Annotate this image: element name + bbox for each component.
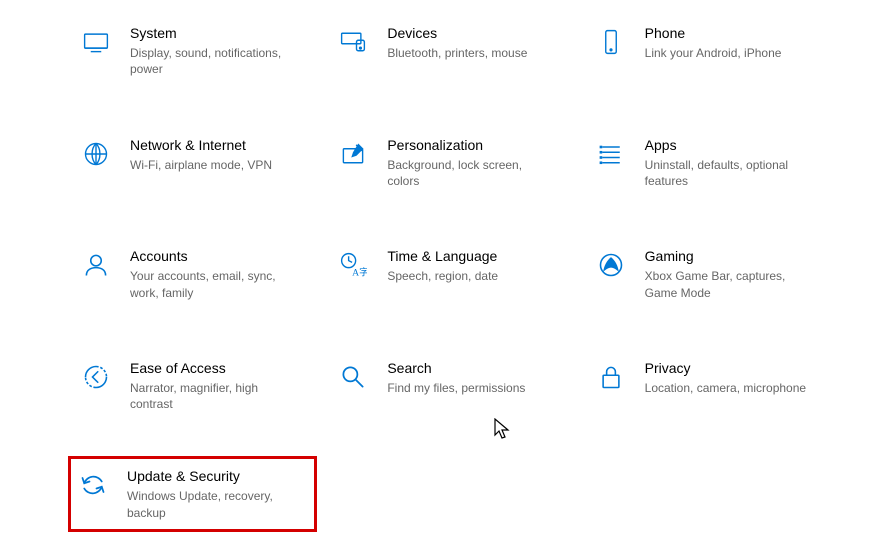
devices-icon [337, 26, 369, 58]
svg-text:A字: A字 [352, 267, 367, 279]
time-language-icon: A字 [337, 249, 369, 281]
category-desc: Link your Android, iPhone [645, 45, 815, 61]
category-system[interactable]: System Display, sound, notifications, po… [80, 20, 317, 82]
globe-icon [80, 138, 112, 170]
category-devices[interactable]: Devices Bluetooth, printers, mouse [337, 20, 574, 82]
category-desc: Background, lock screen, colors [387, 157, 557, 189]
category-title: Ease of Access [130, 359, 317, 377]
personalization-icon [337, 138, 369, 170]
category-desc: Wi-Fi, airplane mode, VPN [130, 157, 300, 173]
category-desc: Speech, region, date [387, 268, 557, 284]
category-ease-of-access[interactable]: Ease of Access Narrator, magnifier, high… [80, 355, 317, 417]
settings-grid: System Display, sound, notifications, po… [80, 20, 832, 532]
category-update-security[interactable]: Update & Security Windows Update, recove… [68, 456, 317, 532]
lock-icon [595, 361, 627, 393]
category-accounts[interactable]: Accounts Your accounts, email, sync, wor… [80, 243, 317, 305]
category-title: Phone [645, 24, 832, 42]
category-desc: Your accounts, email, sync, work, family [130, 268, 300, 300]
category-desc: Uninstall, defaults, optional features [645, 157, 815, 189]
ease-of-access-icon [80, 361, 112, 393]
category-phone[interactable]: Phone Link your Android, iPhone [595, 20, 832, 82]
category-personalization[interactable]: Personalization Background, lock screen,… [337, 132, 574, 194]
accounts-icon [80, 249, 112, 281]
search-icon [337, 361, 369, 393]
update-icon [77, 469, 109, 501]
category-title: Gaming [645, 247, 832, 265]
category-desc: Bluetooth, printers, mouse [387, 45, 557, 61]
category-title: Personalization [387, 136, 574, 154]
category-apps[interactable]: Apps Uninstall, defaults, optional featu… [595, 132, 832, 194]
category-title: Time & Language [387, 247, 574, 265]
category-title: Update & Security [127, 467, 308, 485]
phone-icon [595, 26, 627, 58]
category-title: Devices [387, 24, 574, 42]
category-desc: Location, camera, microphone [645, 380, 815, 396]
category-desc: Narrator, magnifier, high contrast [130, 380, 300, 412]
category-privacy[interactable]: Privacy Location, camera, microphone [595, 355, 832, 417]
category-desc: Find my files, permissions [387, 380, 557, 396]
category-desc: Xbox Game Bar, captures, Game Mode [645, 268, 815, 300]
category-title: Search [387, 359, 574, 377]
category-title: Accounts [130, 247, 317, 265]
category-desc: Display, sound, notifications, power [130, 45, 300, 77]
system-icon [80, 26, 112, 58]
category-time-language[interactable]: A字 Time & Language Speech, region, date [337, 243, 574, 305]
category-network[interactable]: Network & Internet Wi-Fi, airplane mode,… [80, 132, 317, 194]
category-title: Network & Internet [130, 136, 317, 154]
category-gaming[interactable]: Gaming Xbox Game Bar, captures, Game Mod… [595, 243, 832, 305]
category-title: System [130, 24, 317, 42]
category-search[interactable]: Search Find my files, permissions [337, 355, 574, 417]
apps-icon [595, 138, 627, 170]
gaming-icon [595, 249, 627, 281]
category-title: Privacy [645, 359, 832, 377]
category-title: Apps [645, 136, 832, 154]
category-desc: Windows Update, recovery, backup [127, 488, 297, 520]
